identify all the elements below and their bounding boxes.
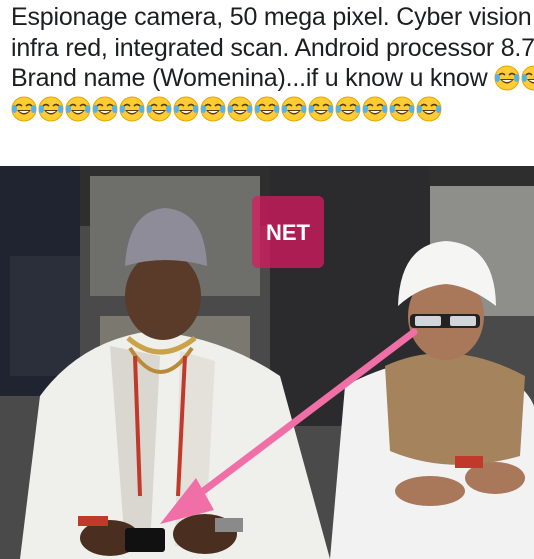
face-with-tears-of-joy-icon — [389, 96, 415, 121]
face-with-tears-of-joy-icon — [362, 96, 388, 121]
post-photo: NET — [0, 166, 534, 559]
face-with-tears-of-joy-icon — [119, 96, 145, 121]
face-with-tears-of-joy-icon — [521, 65, 534, 91]
caption-text: Espionage camera, 50 mega pixel. Cyber v… — [11, 2, 534, 124]
photo-illustration: NET — [0, 166, 534, 559]
face-with-tears-of-joy-icon — [308, 96, 334, 121]
face-with-tears-of-joy-icon — [38, 96, 64, 121]
face-with-tears-of-joy-icon — [146, 96, 172, 121]
watermark-logo: NET — [252, 196, 324, 268]
face-with-tears-of-joy-icon — [227, 96, 253, 121]
face-with-tears-of-joy-icon — [494, 65, 520, 91]
face-with-tears-of-joy-icon — [416, 96, 442, 121]
face-with-tears-of-joy-icon — [92, 96, 118, 121]
watermark-text: NET — [266, 220, 311, 245]
face-with-tears-of-joy-icon — [335, 96, 361, 121]
face-with-tears-of-joy-icon — [281, 96, 307, 121]
face-with-tears-of-joy-icon — [200, 96, 226, 121]
post-caption: Espionage camera, 50 mega pixel. Cyber v… — [0, 0, 534, 165]
face-with-tears-of-joy-icon — [173, 96, 199, 121]
caption-body: Espionage camera, 50 mega pixel. Cyber v… — [11, 3, 534, 92]
face-with-tears-of-joy-icon — [11, 96, 37, 121]
face-with-tears-of-joy-icon — [65, 96, 91, 121]
face-with-tears-of-joy-icon — [254, 96, 280, 121]
